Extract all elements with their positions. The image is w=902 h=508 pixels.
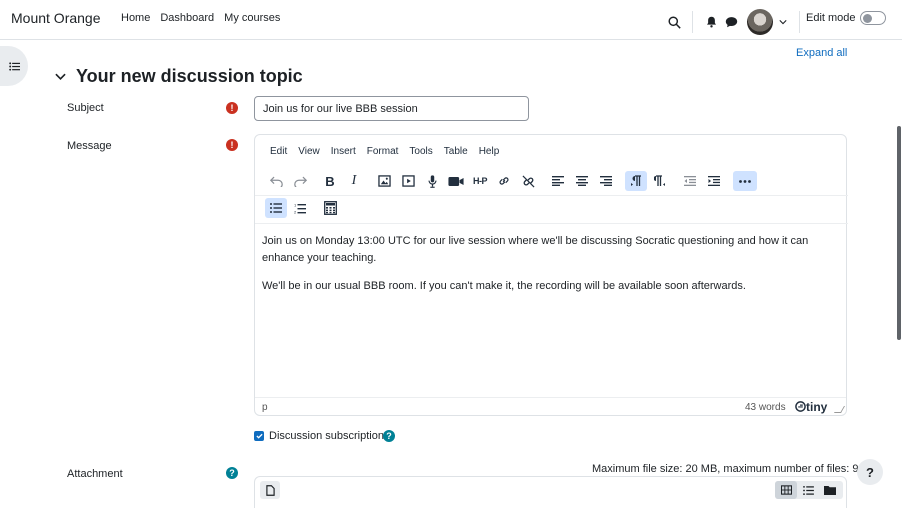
- tiny-brand-text: tiny: [806, 400, 828, 414]
- page-help-button[interactable]: ?: [857, 459, 883, 485]
- image-icon[interactable]: [373, 171, 395, 191]
- navbar-icons: [664, 9, 800, 35]
- message-label: Message: [67, 140, 112, 152]
- attachment-label: Attachment: [67, 468, 123, 480]
- required-icon: !: [226, 139, 238, 151]
- right-to-left-icon[interactable]: [649, 171, 671, 191]
- menu-help[interactable]: Help: [479, 146, 500, 157]
- search-icon[interactable]: [664, 12, 684, 32]
- section-title: Your new discussion topic: [76, 66, 303, 86]
- toolbar-divider: [255, 223, 848, 224]
- expand-all-link[interactable]: Expand all: [796, 47, 847, 59]
- bold-icon[interactable]: B: [319, 171, 341, 191]
- video-camera-icon[interactable]: [445, 171, 467, 191]
- add-file-button[interactable]: [260, 481, 280, 499]
- link-icon[interactable]: [493, 171, 515, 191]
- nav-dashboard-link[interactable]: Dashboard: [160, 12, 214, 24]
- user-avatar[interactable]: [747, 9, 773, 35]
- file-view-switcher: [775, 481, 843, 499]
- navbar-divider: [799, 11, 800, 33]
- subject-label: Subject: [67, 102, 104, 114]
- message-editor: Edit View Insert Format Tools Table Help…: [254, 134, 848, 416]
- folder-view-icon[interactable]: [819, 481, 841, 499]
- align-left-icon[interactable]: [547, 171, 569, 191]
- content-paragraph: Join us on Monday 13:00 UTC for our live…: [262, 235, 809, 264]
- menu-table[interactable]: Table: [444, 146, 468, 157]
- tiny-logo[interactable]: tiny: [795, 400, 827, 414]
- editor-toolbar-row-2: 12: [265, 197, 343, 219]
- svg-text:1: 1: [294, 203, 297, 208]
- grid-view-icon[interactable]: [775, 481, 797, 499]
- editor-menubar: Edit View Insert Format Tools Table Help: [270, 146, 510, 157]
- edit-mode-label: Edit mode: [806, 12, 856, 24]
- media-icon[interactable]: [397, 171, 419, 191]
- bullet-list-icon[interactable]: [265, 198, 287, 218]
- align-center-icon[interactable]: [571, 171, 593, 191]
- align-right-icon[interactable]: [595, 171, 617, 191]
- messages-chat-icon[interactable]: [721, 12, 741, 32]
- edit-mode-toggle[interactable]: [860, 11, 886, 25]
- course-index-drawer-button[interactable]: [0, 46, 28, 86]
- word-count[interactable]: 43 words: [745, 402, 786, 413]
- indent-icon[interactable]: [703, 171, 725, 191]
- top-navbar: Mount Orange Home Dashboard My courses E…: [0, 0, 902, 40]
- discussion-subscription-checkbox[interactable]: [254, 431, 264, 441]
- outdent-icon[interactable]: [679, 171, 701, 191]
- checkmark-icon: [255, 433, 263, 439]
- max-file-size-info: Maximum file size: 20 MB, maximum number…: [592, 463, 859, 475]
- microphone-icon[interactable]: [421, 171, 443, 191]
- calculator-icon[interactable]: [319, 198, 341, 218]
- attachment-filemanager: [254, 476, 847, 508]
- nav-home-link[interactable]: Home: [121, 12, 150, 24]
- list-icon: [8, 61, 20, 71]
- nav-my-courses-link[interactable]: My courses: [224, 12, 280, 24]
- numbered-list-icon[interactable]: 12: [289, 198, 311, 218]
- help-icon[interactable]: ?: [383, 430, 395, 442]
- left-to-right-icon[interactable]: [625, 171, 647, 191]
- required-icon: !: [226, 102, 238, 114]
- chevron-down-icon[interactable]: [55, 73, 66, 80]
- section-header[interactable]: Your new discussion topic: [55, 66, 303, 87]
- redo-icon[interactable]: [289, 171, 311, 191]
- user-menu-chevron-down-icon[interactable]: [773, 12, 793, 32]
- editor-toolbar-row-1: B I H-P: [265, 170, 759, 192]
- more-options-icon[interactable]: [733, 171, 757, 191]
- notification-bell-icon[interactable]: [701, 12, 721, 32]
- resize-handle[interactable]: [833, 406, 846, 413]
- italic-icon[interactable]: I: [343, 171, 365, 191]
- h5p-icon[interactable]: H-P: [469, 171, 491, 191]
- menu-edit[interactable]: Edit: [270, 146, 287, 157]
- content-paragraph: We'll be in our usual BBB room. If you c…: [262, 280, 746, 292]
- undo-icon[interactable]: [265, 171, 287, 191]
- site-name-link[interactable]: Mount Orange: [11, 10, 101, 26]
- menu-format[interactable]: Format: [367, 146, 399, 157]
- menu-view[interactable]: View: [298, 146, 320, 157]
- editor-statusbar: p 43 words tiny: [255, 397, 846, 416]
- menu-tools[interactable]: Tools: [409, 146, 432, 157]
- tiny-logo-icon: [795, 401, 806, 412]
- discussion-subscription-label[interactable]: Discussion subscription: [269, 430, 384, 442]
- subject-input[interactable]: [254, 96, 529, 121]
- page-scrollbar[interactable]: [897, 126, 901, 340]
- element-path[interactable]: p: [262, 402, 268, 413]
- help-icon[interactable]: ?: [226, 467, 238, 479]
- primary-navigation: Home Dashboard My courses: [121, 12, 290, 24]
- unlink-icon[interactable]: [517, 171, 539, 191]
- editor-content-area[interactable]: Join us on Monday 13:00 UTC for our live…: [262, 233, 832, 306]
- toolbar-divider: [255, 195, 848, 196]
- file-icon: [265, 484, 275, 496]
- menu-insert[interactable]: Insert: [331, 146, 356, 157]
- list-view-icon[interactable]: [797, 481, 819, 499]
- navbar-divider: [692, 11, 693, 33]
- svg-text:2: 2: [294, 209, 297, 214]
